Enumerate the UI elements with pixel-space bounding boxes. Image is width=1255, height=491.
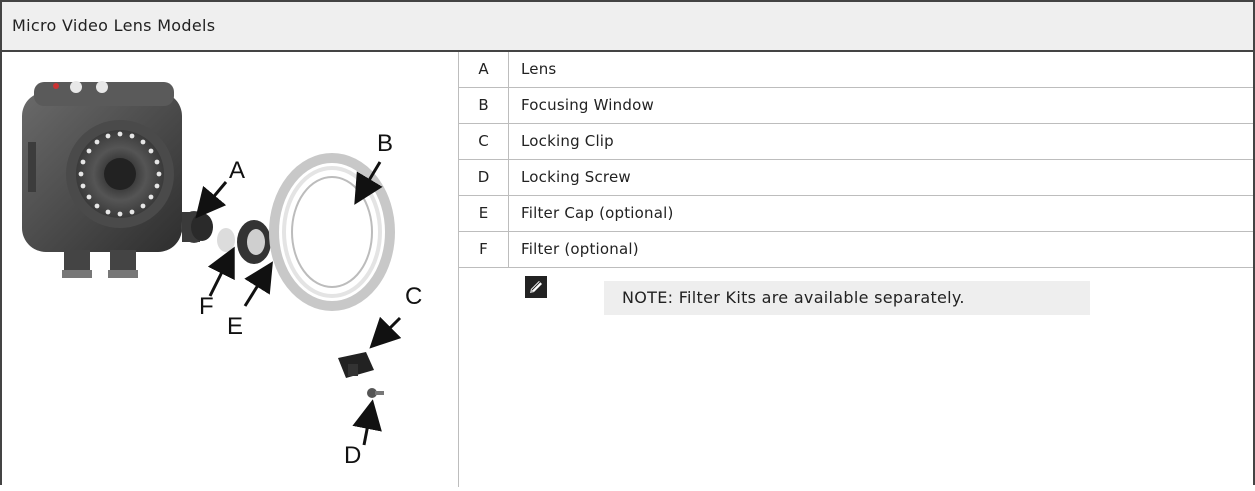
part-key: C	[459, 124, 509, 159]
part-key: E	[459, 196, 509, 231]
note-section: NOTE: Filter Kits are available separate…	[459, 268, 1253, 487]
callout-e: E	[227, 313, 243, 340]
callout-a: A	[229, 157, 245, 184]
filter-part	[217, 228, 235, 252]
table-row: B Focusing Window	[459, 88, 1253, 124]
part-key: B	[459, 88, 509, 123]
callout-d: D	[344, 442, 361, 469]
callout-f: F	[199, 293, 214, 320]
focusing-window-part	[269, 153, 395, 311]
part-label: Filter Cap (optional)	[521, 204, 674, 222]
part-label: Lens	[521, 60, 557, 78]
indicator-light	[96, 81, 108, 93]
locking-clip-part	[338, 352, 374, 378]
table-row: E Filter Cap (optional)	[459, 196, 1253, 232]
callout-b: B	[377, 130, 393, 157]
locking-screw-part	[367, 388, 384, 398]
part-key: F	[459, 232, 509, 267]
filter-cap-part	[237, 220, 271, 264]
lens-part	[181, 211, 213, 243]
pencil-note-icon	[525, 276, 547, 298]
table-row: F Filter (optional)	[459, 232, 1253, 268]
table-row: C Locking Clip	[459, 124, 1253, 160]
camera-body	[22, 81, 182, 278]
part-label: Locking Screw	[521, 168, 631, 186]
diagram-svg: A B C D E F	[22, 81, 422, 469]
part-label: Focusing Window	[521, 96, 654, 114]
lens-models-table: Micro Video Lens Models A B C D E F A Le…	[0, 0, 1255, 487]
part-key: D	[459, 160, 509, 195]
part-label: Filter (optional)	[521, 240, 639, 258]
table-row: A Lens	[459, 52, 1253, 88]
exploded-lens-diagram: A B C D E F	[2, 52, 458, 487]
parts-table: A Lens B Focusing Window C Locking Clip …	[459, 52, 1253, 268]
part-key: A	[459, 52, 509, 87]
part-label: Locking Clip	[521, 132, 614, 150]
callout-c: C	[405, 283, 422, 310]
indicator-light	[70, 81, 82, 93]
table-header: Micro Video Lens Models	[2, 2, 1253, 52]
table-row: D Locking Screw	[459, 160, 1253, 196]
note-text: NOTE: Filter Kits are available separate…	[604, 281, 1090, 315]
table-title: Micro Video Lens Models	[12, 16, 216, 35]
